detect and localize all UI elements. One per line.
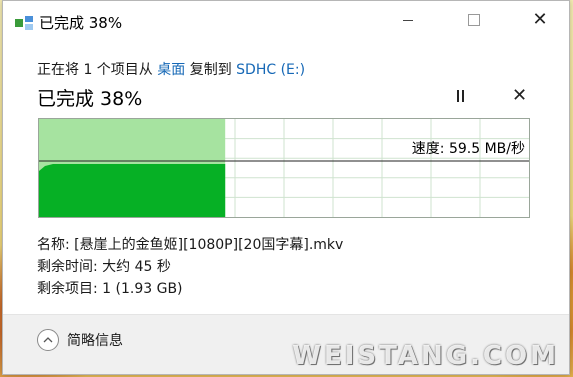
file-name: 名称: [悬崖上的金鱼姬][1080P][20国字幕].mkv: [37, 237, 344, 253]
fewer-details-button[interactable]: 简略信息: [37, 329, 123, 351]
speed-area: [39, 164, 226, 217]
progress-headline: 已完成 38%: [37, 88, 143, 110]
watermark: WEISTANG.COM: [292, 341, 559, 371]
speed-graph-canvas: [39, 119, 529, 217]
chevron-up-icon: [37, 329, 59, 351]
maximize-icon: [468, 14, 480, 26]
copy-progress-dialog: 已完成 38% ✕ 正在将 1 个项目从 桌面 复制到 SDHC (E:) 已完…: [2, 0, 570, 375]
source-link[interactable]: 桌面: [157, 62, 185, 78]
copy-files-icon: [15, 15, 33, 30]
pause-icon: [456, 90, 459, 102]
cancel-icon: ✕: [512, 85, 528, 106]
close-icon: ✕: [532, 9, 548, 30]
title-bar[interactable]: 已完成 38% ✕: [3, 1, 569, 39]
window-title: 已完成 38%: [39, 14, 123, 32]
items-remaining: 剩余项目: 1 (1.93 GB): [37, 281, 183, 297]
minimize-button[interactable]: [385, 1, 431, 39]
pause-button[interactable]: [453, 90, 467, 104]
destination-link[interactable]: SDHC (E:): [236, 62, 305, 78]
copy-description: 正在将 1 个项目从 桌面 复制到 SDHC (E:): [37, 59, 305, 79]
speed-label: 速度: 59.5 MB/秒: [411, 141, 525, 157]
transfer-speed-graph: 速度: 59.5 MB/秒: [38, 118, 530, 218]
transfer-details: 名称: [悬崖上的金鱼姬][1080P][20国字幕].mkv 剩余时间: 大约…: [37, 234, 343, 300]
to-prefix: 复制到: [189, 62, 232, 78]
time-remaining: 剩余时间: 大约 45 秒: [37, 259, 171, 275]
maximize-button[interactable]: [451, 1, 497, 39]
fewer-details-label: 简略信息: [67, 333, 123, 349]
minimize-icon: [403, 19, 413, 21]
cancel-button[interactable]: ✕: [512, 85, 527, 106]
from-prefix: 正在将 1 个项目从: [37, 62, 153, 78]
close-button[interactable]: ✕: [517, 1, 563, 39]
